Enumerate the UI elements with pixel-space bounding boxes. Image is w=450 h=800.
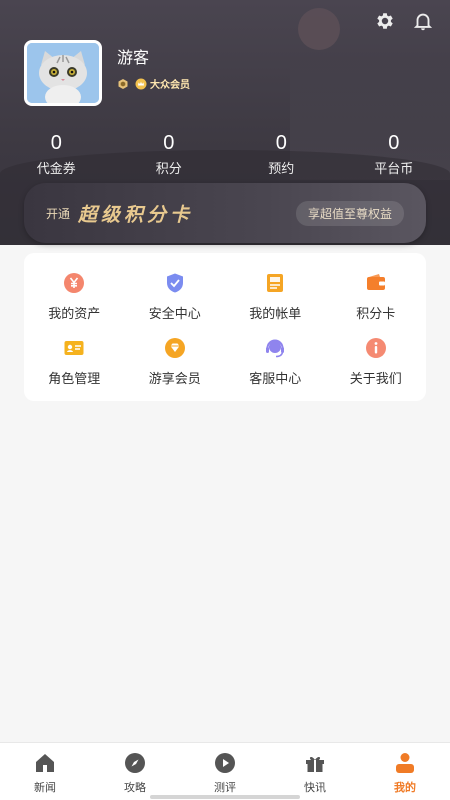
- shield-check-icon: [163, 271, 187, 295]
- wallet-icon: [364, 271, 388, 295]
- bell-icon[interactable]: [412, 10, 434, 32]
- bottom-tab-bar: 新闻 攻略 测评 快讯 我的: [0, 742, 450, 800]
- menu-item-points-card[interactable]: 积分卡: [326, 271, 427, 322]
- username: 游客: [117, 48, 150, 67]
- header-actions: [374, 10, 434, 32]
- tab-news[interactable]: 新闻: [0, 743, 90, 800]
- menu-item-label: 积分卡: [356, 307, 396, 322]
- stat-label: 预约: [268, 162, 295, 177]
- menu-item-label: 安全中心: [148, 307, 201, 322]
- menu-item-label: 我的资产: [48, 307, 101, 322]
- stat-label: 平台币: [374, 162, 414, 177]
- menu-item-label: 我的帐单: [249, 307, 302, 322]
- stats-row: 0 代金券 0 积分 0 预约 0 平台币: [0, 130, 450, 177]
- headset-icon: [263, 336, 287, 360]
- menu-item-label: 关于我们: [349, 372, 402, 387]
- stat-value: 0: [163, 132, 175, 154]
- level-badge-icon: [118, 78, 128, 89]
- stat-value: 0: [50, 132, 62, 154]
- person-icon: [396, 753, 414, 773]
- tab-label: 测评: [214, 781, 236, 794]
- home-icon: [36, 754, 54, 772]
- vip-prefix: 开通: [46, 206, 71, 221]
- services-menu: 我的资产 安全中心 我的帐单 积分卡 角色管理 游享会员 客服中心 关于我们: [24, 253, 426, 401]
- menu-item-about-us[interactable]: 关于我们: [326, 336, 427, 387]
- bill-icon: [263, 271, 287, 295]
- stat-value: 0: [388, 132, 400, 154]
- vip-benefits-button[interactable]: 享超值至尊权益: [295, 200, 404, 226]
- gift-icon: [306, 756, 324, 772]
- menu-item-role-management[interactable]: 角色管理: [24, 336, 125, 387]
- stat-label: 积分: [155, 162, 182, 177]
- yuan-coin-icon: [62, 271, 86, 295]
- member-row: 大众会员: [117, 76, 190, 91]
- tab-reviews[interactable]: 测评: [180, 743, 270, 800]
- vip-title: 超级积分卡: [78, 203, 194, 226]
- menu-item-label: 客服中心: [249, 372, 302, 387]
- member-label: 大众会员: [150, 80, 190, 91]
- tab-label: 攻略: [124, 781, 146, 794]
- menu-item-customer-service[interactable]: 客服中心: [225, 336, 326, 387]
- header-decoration: [298, 8, 340, 50]
- stat-label: 代金券: [36, 162, 76, 177]
- avatar[interactable]: [24, 40, 102, 106]
- gear-icon[interactable]: [374, 10, 396, 32]
- tab-label: 新闻: [34, 781, 56, 794]
- stat-platform-coins[interactable]: 0 平台币: [338, 130, 450, 177]
- member-badge[interactable]: 大众会员: [135, 76, 190, 91]
- menu-item-vip-membership[interactable]: 游享会员: [125, 336, 226, 387]
- menu-item-assets[interactable]: 我的资产: [24, 271, 125, 322]
- tab-flash-news[interactable]: 快讯: [270, 743, 360, 800]
- stat-vouchers[interactable]: 0 代金券: [0, 130, 113, 177]
- vip-diamond-icon: [163, 336, 187, 360]
- menu-item-label: 游享会员: [148, 372, 201, 387]
- menu-item-my-bills[interactable]: 我的帐单: [225, 271, 326, 322]
- stat-value: 0: [275, 132, 287, 154]
- play-icon: [215, 753, 235, 773]
- crown-coin-icon: [135, 78, 147, 89]
- tab-label: 我的: [394, 781, 416, 794]
- super-points-card-banner[interactable]: 开通 超级积分卡 享超值至尊权益: [24, 183, 426, 243]
- stat-reservations[interactable]: 0 预约: [225, 130, 338, 177]
- info-icon: [364, 336, 388, 360]
- id-card-icon: [62, 336, 86, 360]
- tab-mine[interactable]: 我的: [360, 743, 450, 800]
- cat-avatar-icon: [27, 43, 99, 103]
- compass-icon: [125, 753, 145, 773]
- tab-guides[interactable]: 攻略: [90, 743, 180, 800]
- menu-item-label: 角色管理: [48, 372, 101, 387]
- home-indicator: [150, 795, 300, 799]
- stat-points[interactable]: 0 积分: [113, 130, 226, 177]
- menu-item-security-center[interactable]: 安全中心: [125, 271, 226, 322]
- tab-label: 快讯: [304, 781, 326, 794]
